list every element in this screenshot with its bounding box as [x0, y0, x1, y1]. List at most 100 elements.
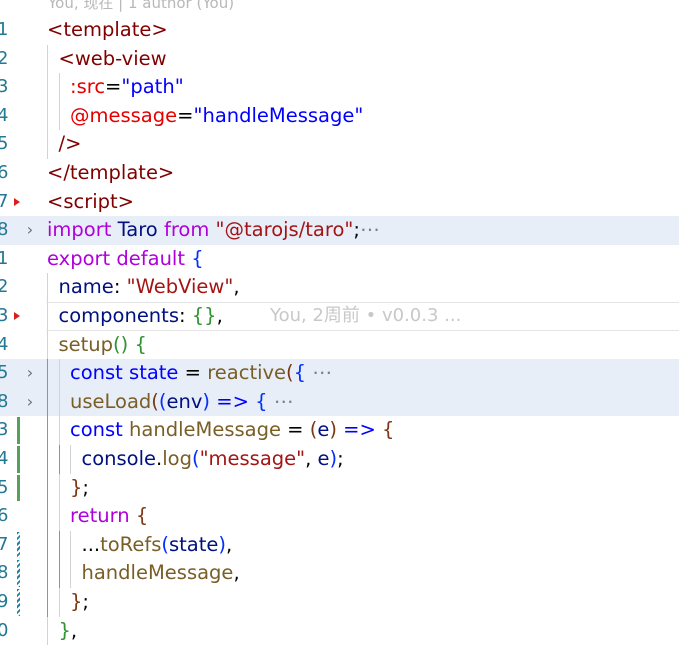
- fold-chevron-right-icon[interactable]: ›: [23, 363, 37, 383]
- line-number: 6: [0, 505, 9, 527]
- code-line[interactable]: 7 <script>: [0, 188, 679, 217]
- code-editor[interactable]: You, 现在 | 1 author (You) 1 <template> 2 <we…: [0, 0, 679, 645]
- code-content[interactable]: <script>: [47, 188, 134, 217]
- code-token: }: [70, 590, 83, 613]
- code-line[interactable]: 3 const handleMessage = (e) => {: [0, 416, 679, 445]
- code-token: }: [58, 618, 71, 642]
- code-line[interactable]: 8 › useLoad((env) => { ⋯: [0, 387, 679, 417]
- code-line[interactable]: 6 return {: [0, 502, 679, 531]
- code-line[interactable]: 4 setup() {: [0, 330, 679, 360]
- code-token: (: [191, 447, 200, 470]
- code-line[interactable]: 5 › const state = reactive({ ⋯: [0, 359, 679, 388]
- code-token: {: [255, 389, 268, 413]
- code-line[interactable]: 6 </template>: [0, 159, 679, 188]
- code-line[interactable]: 4 @message="handleMessage": [0, 101, 679, 131]
- indent-guide: [58, 416, 71, 445]
- code-content[interactable]: import Taro from "@tarojs/taro";⋯: [47, 216, 379, 245]
- code-line[interactable]: 9};: [0, 588, 679, 617]
- code-line[interactable]: 1 export default {: [0, 245, 679, 274]
- code-token: =: [178, 361, 208, 385]
- code-content[interactable]: name: "WebView",: [47, 273, 240, 302]
- line-number: 3: [0, 76, 9, 98]
- code-content[interactable]: />: [47, 130, 81, 159]
- code-line[interactable]: 5};: [0, 473, 679, 503]
- code-content[interactable]: </template>: [47, 159, 174, 188]
- code-token: (: [158, 389, 167, 413]
- indent-guide: [47, 273, 59, 302]
- code-content[interactable]: <web-view: [47, 44, 167, 74]
- code-content[interactable]: handleMessage,: [47, 559, 240, 588]
- line-number: 9: [0, 591, 9, 612]
- code-content[interactable]: useLoad((env) => { ⋯: [47, 387, 294, 417]
- indent-guide: [47, 416, 59, 445]
- indent-guide: [58, 588, 71, 617]
- code-line[interactable]: 2 name: "WebView",: [0, 273, 679, 302]
- indent-guide: [58, 473, 71, 503]
- code-content[interactable]: };: [47, 588, 89, 617]
- code-line[interactable]: 0},: [0, 616, 679, 645]
- code-line[interactable]: 5 />: [0, 130, 679, 159]
- line-number: 1: [0, 247, 9, 269]
- indent-guide: [47, 502, 59, 531]
- code-content[interactable]: setup() {: [47, 330, 147, 360]
- indent-guide: [47, 588, 59, 617]
- code-token: "path": [121, 75, 184, 99]
- folded-ellipsis[interactable]: ⋯: [360, 218, 380, 241]
- indent-guide: [58, 101, 71, 131]
- code-line[interactable]: 2 <web-view: [0, 44, 679, 74]
- code-token: />: [58, 132, 82, 156]
- code-token: useLoad: [70, 389, 152, 413]
- fold-chevron-right-icon[interactable]: ›: [23, 220, 37, 240]
- code-token: ,: [233, 275, 240, 299]
- indent-guide: [58, 502, 71, 531]
- code-content[interactable]: :src="path": [47, 73, 184, 102]
- git-modified-marker[interactable]: [17, 531, 20, 559]
- indent-guide: [47, 530, 59, 560]
- code-content[interactable]: components: {},: [47, 302, 223, 331]
- breakpoint-arrow-icon[interactable]: [14, 197, 20, 206]
- git-added-marker[interactable]: [17, 417, 20, 444]
- code-token: console: [81, 447, 157, 470]
- code-content[interactable]: export default {: [47, 245, 204, 274]
- code-line[interactable]: 8 handleMessage,: [0, 559, 679, 588]
- git-modified-marker[interactable]: [17, 560, 20, 587]
- code-content[interactable]: console.log("message", e);: [47, 445, 344, 474]
- code-content[interactable]: return {: [47, 502, 148, 531]
- line-number: 5: [0, 476, 9, 498]
- folded-ellipsis[interactable]: ⋯: [268, 390, 294, 413]
- indent-guide: [47, 101, 59, 131]
- git-added-marker[interactable]: [17, 474, 20, 502]
- code-token: =: [280, 418, 310, 442]
- code-token: {: [191, 246, 204, 270]
- code-content[interactable]: <template>: [47, 16, 168, 45]
- git-modified-marker[interactable]: [17, 589, 20, 616]
- code-line[interactable]: 8 › import Taro from "@tarojs/taro";⋯: [0, 216, 679, 245]
- line-number: 6: [0, 162, 9, 183]
- code-content[interactable]: },: [47, 616, 77, 645]
- indent-guide: [47, 44, 59, 74]
- code-content[interactable]: const state = reactive({ ⋯: [47, 359, 332, 388]
- code-content[interactable]: };: [47, 473, 89, 503]
- code-token: handleMessage: [81, 561, 234, 585]
- fold-chevron-right-icon[interactable]: ›: [23, 392, 37, 412]
- line-number: 8: [0, 562, 9, 584]
- code-content[interactable]: @message="handleMessage": [47, 101, 363, 131]
- code-token: handleMessage: [129, 418, 281, 442]
- code-token: {: [134, 332, 147, 356]
- code-token: ;: [337, 447, 344, 470]
- line-number: 2: [0, 276, 9, 298]
- code-line[interactable]: 3 :src="path": [0, 73, 679, 102]
- code-content[interactable]: ...toRefs(state),: [47, 530, 232, 560]
- git-blame-header[interactable]: You, 现在 | 1 author (You): [48, 0, 234, 14]
- code-content[interactable]: const handleMessage = (e) => {: [47, 416, 394, 445]
- code-line[interactable]: 7 ...toRefs(state),: [0, 530, 679, 560]
- breakpoint-arrow-icon[interactable]: [14, 312, 20, 320]
- code-line[interactable]: 4 console.log("message", e);: [0, 445, 679, 474]
- code-line[interactable]: 3 components: {}, You, 2周前 • v0.0.3 ...: [0, 302, 679, 331]
- code-line[interactable]: 1 <template>: [0, 16, 679, 45]
- git-added-marker[interactable]: [17, 446, 20, 473]
- indent-guide: [58, 559, 71, 588]
- folded-ellipsis[interactable]: ⋯: [306, 361, 332, 384]
- indent-guide: [47, 559, 59, 588]
- code-token: :src: [70, 75, 106, 99]
